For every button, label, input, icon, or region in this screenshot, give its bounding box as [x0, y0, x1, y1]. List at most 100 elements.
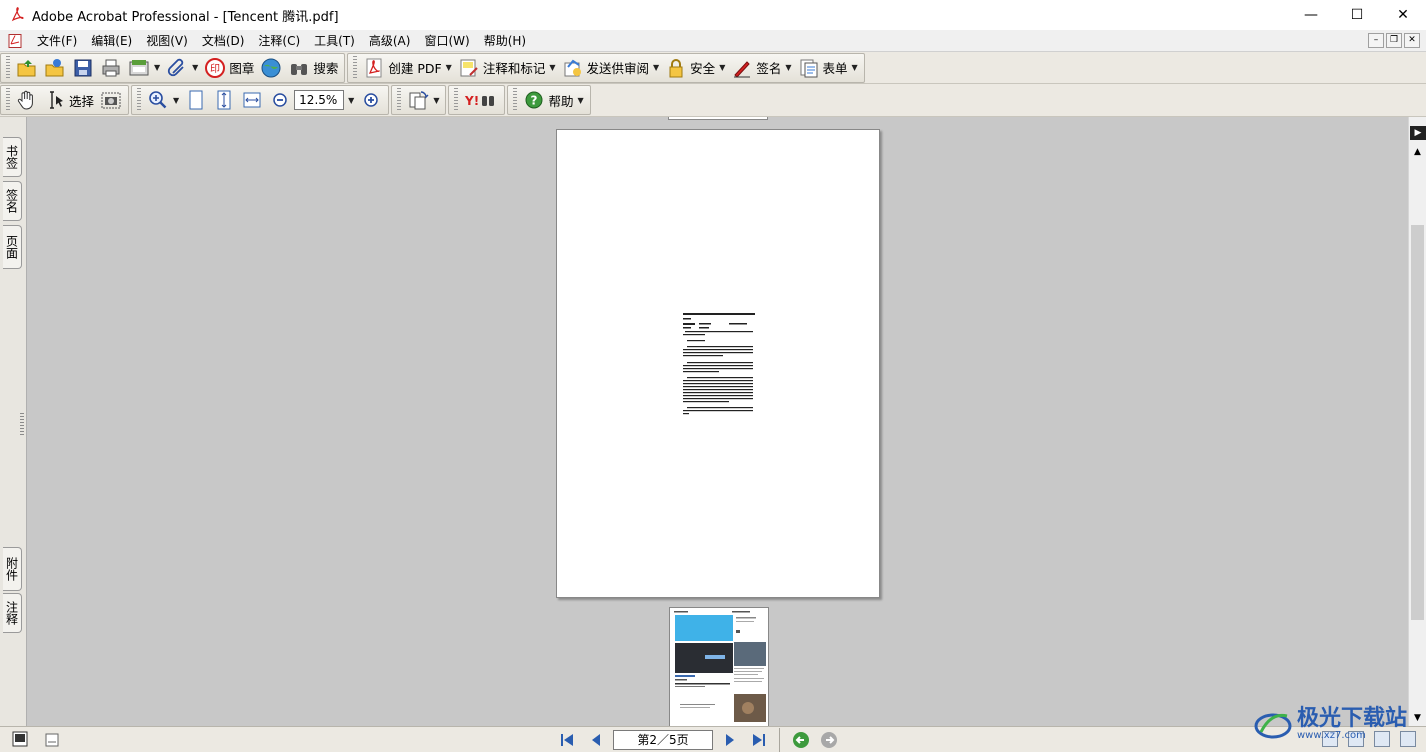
toolbar-grip[interactable] — [397, 88, 402, 112]
menu-comments[interactable]: 注释(C) — [251, 30, 307, 52]
save-disk-icon — [74, 59, 92, 76]
expand-panel-icon[interactable]: ▶ — [1410, 126, 1426, 140]
dropdown-caret-icon: ▼ — [348, 95, 355, 105]
tab-attachments-label: 附件 — [4, 557, 19, 581]
open-button[interactable] — [13, 55, 41, 81]
menu-advanced[interactable]: 高级(A) — [362, 30, 418, 52]
document-icon[interactable] — [8, 33, 22, 48]
page-size-icon[interactable] — [44, 732, 60, 748]
zoom-in-tool-button[interactable]: ▼ — [144, 87, 182, 113]
scroll-up-arrow-icon[interactable]: ▲ — [1409, 143, 1426, 160]
attach-button[interactable]: ▼ — [163, 55, 201, 81]
zoom-out-button[interactable] — [266, 87, 294, 113]
previous-page-icon — [592, 734, 600, 746]
rotate-view-button[interactable]: ▼ — [404, 87, 442, 113]
save-button[interactable] — [69, 55, 97, 81]
go-back-button[interactable] — [790, 730, 812, 750]
tab-bookmarks[interactable]: 书签 — [3, 137, 22, 177]
minimize-button[interactable]: — — [1288, 0, 1334, 30]
stamp-button[interactable]: 印 图章 — [201, 55, 257, 81]
doc-minimize-button[interactable]: – — [1368, 33, 1384, 48]
search-button[interactable]: 搜索 — [285, 55, 341, 81]
panel-resize-grip[interactable] — [20, 413, 24, 435]
menu-view[interactable]: 视图(V) — [139, 30, 195, 52]
snapshot-button[interactable] — [97, 87, 125, 113]
toolbar-grip[interactable] — [137, 88, 142, 112]
zoom-level-input[interactable]: 12.5% — [294, 90, 345, 110]
vertical-scrollbar[interactable]: ▶ ▲ ▼ — [1408, 117, 1426, 726]
send-review-icon — [564, 59, 581, 76]
previous-page-edge — [668, 117, 768, 120]
help-button[interactable]: ? 帮助 ▼ — [520, 87, 586, 113]
last-page-button[interactable] — [747, 730, 769, 750]
menu-document[interactable]: 文档(D) — [195, 30, 252, 52]
toolbar-grip[interactable] — [353, 55, 358, 80]
document-view[interactable] — [28, 117, 1408, 726]
page-number-field[interactable]: 第2／5页 — [613, 730, 713, 750]
watermark: 极光下载站 www.xz7.com — [1253, 700, 1418, 748]
sign-label: 签名 — [756, 61, 782, 76]
tab-pages-label: 页面 — [4, 235, 19, 259]
security-button[interactable]: 安全 ▼ — [662, 55, 728, 81]
tab-pages[interactable]: 页面 — [3, 225, 22, 269]
zoom-in-button[interactable] — [357, 87, 385, 113]
doc-close-button[interactable]: ✕ — [1404, 33, 1420, 48]
maximize-button[interactable]: ☐ — [1334, 0, 1380, 30]
printer-icon — [102, 59, 120, 76]
go-forward-button[interactable] — [818, 730, 840, 750]
yahoo-icon: Y! — [464, 94, 495, 108]
email-button[interactable]: ▼ — [125, 55, 163, 81]
print-button[interactable] — [97, 55, 125, 81]
previous-page-button[interactable] — [585, 730, 607, 750]
menu-help[interactable]: 帮助(H) — [477, 30, 533, 52]
send-review-label: 发送供审阅 — [586, 61, 650, 76]
web-button[interactable] — [257, 55, 285, 81]
scroll-thumb[interactable] — [1411, 225, 1424, 620]
tab-signatures[interactable]: 签名 — [3, 181, 22, 221]
dropdown-caret-icon: ▼ — [653, 63, 660, 72]
menu-bar: 文件(F) 编辑(E) 视图(V) 文档(D) 注释(C) 工具(T) 高级(A… — [0, 30, 1426, 52]
nav-separator — [779, 728, 780, 752]
send-review-button[interactable]: 发送供审阅 ▼ — [559, 55, 663, 81]
yahoo-search-button[interactable]: Y! — [461, 87, 501, 113]
page-icon — [189, 90, 203, 110]
comment-markup-button[interactable]: 注释和标记 ▼ — [455, 55, 559, 81]
menu-file[interactable]: 文件(F) — [30, 30, 84, 52]
doc-restore-button[interactable]: ❐ — [1386, 33, 1402, 48]
create-pdf-button[interactable]: 创建 PDF ▼ — [360, 55, 454, 81]
toolbar-grip[interactable] — [454, 88, 459, 112]
menu-edit[interactable]: 编辑(E) — [84, 30, 139, 52]
organizer-button[interactable] — [41, 55, 69, 81]
tab-comments[interactable]: 注释 — [3, 593, 22, 633]
menu-window[interactable]: 窗口(W) — [417, 30, 476, 52]
close-button[interactable]: ✕ — [1380, 0, 1426, 30]
toolbar-grip[interactable] — [6, 55, 10, 80]
hand-tool-button[interactable] — [13, 87, 41, 113]
forms-button[interactable]: 表单 ▼ — [795, 55, 861, 81]
dropdown-caret-icon: ▼ — [192, 63, 199, 72]
camera-icon — [101, 92, 121, 109]
select-label: 选择 — [69, 93, 95, 109]
actual-size-button[interactable] — [182, 87, 210, 113]
current-page[interactable] — [556, 129, 880, 598]
select-tool-button[interactable]: 选择 — [41, 87, 97, 113]
menu-tools[interactable]: 工具(T) — [307, 30, 362, 52]
zoom-dropdown-button[interactable]: ▼ — [344, 87, 357, 113]
dropdown-caret-icon: ▼ — [433, 95, 440, 105]
watermark-logo-icon — [1254, 713, 1292, 739]
first-page-button[interactable] — [557, 730, 579, 750]
zoom-group: ▼ 12.5% ▼ — [131, 85, 390, 115]
comment-markup-icon — [460, 59, 478, 76]
fit-page-button[interactable] — [210, 87, 238, 113]
fit-page-icon — [217, 90, 231, 110]
forward-arrow-icon — [821, 732, 837, 748]
sign-button[interactable]: 签名 ▼ — [728, 55, 794, 81]
next-page-button[interactable] — [719, 730, 741, 750]
page-layout-icon[interactable] — [12, 731, 28, 747]
tab-attachments[interactable]: 附件 — [3, 547, 22, 591]
fit-width-button[interactable] — [238, 87, 266, 113]
title-bar: Adobe Acrobat Professional - [Tencent 腾讯… — [0, 0, 1426, 30]
next-page-thumbnail[interactable] — [669, 607, 769, 726]
toolbar-grip[interactable] — [513, 88, 518, 112]
toolbar-grip[interactable] — [6, 88, 10, 112]
